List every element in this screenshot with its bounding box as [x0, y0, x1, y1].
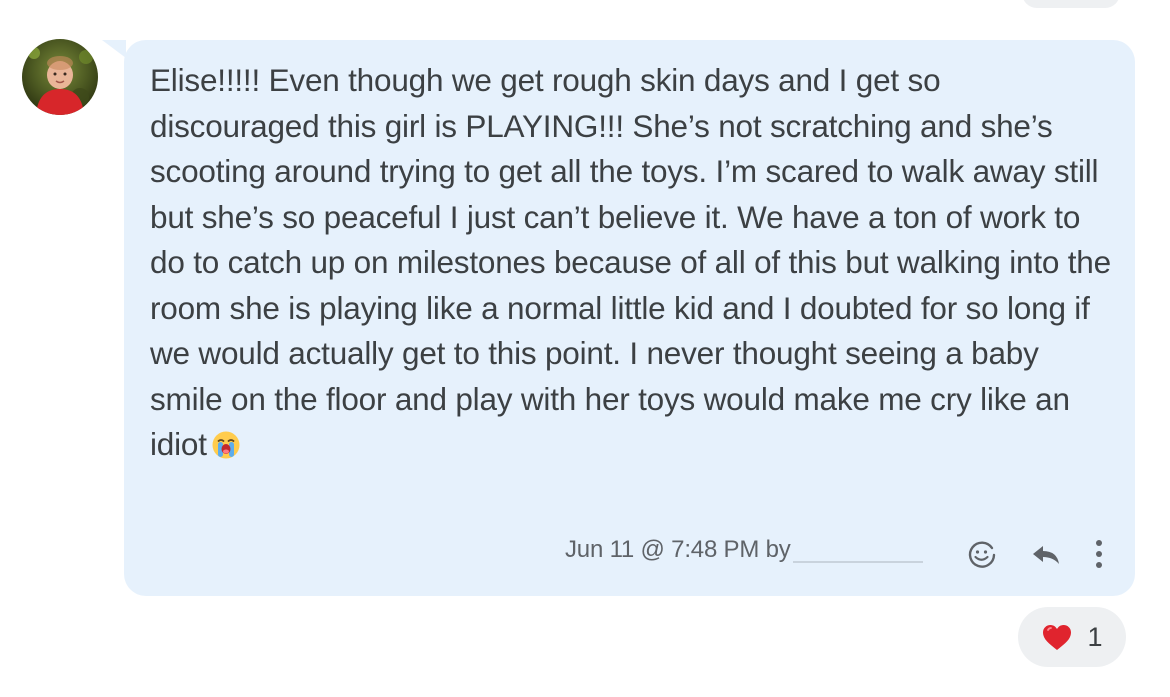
avatar-photo	[22, 39, 98, 115]
reply-button[interactable]	[1026, 536, 1066, 572]
message-text: Elise!!!!! Even though we get rough skin…	[150, 62, 1111, 462]
add-reaction-button[interactable]	[962, 536, 1002, 572]
loudly-crying-face-icon	[211, 427, 241, 459]
bubble-tail	[102, 40, 126, 58]
message-body: Elise!!!!! Even though we get rough skin…	[150, 58, 1115, 468]
message-timestamp: Jun 11 @ 7:48 PM by	[565, 536, 791, 563]
message-meta: Jun 11 @ 7:48 PM by	[565, 536, 923, 564]
avatar[interactable]	[22, 39, 98, 115]
more-vertical-icon	[1096, 540, 1102, 568]
redacted-author	[792, 537, 923, 563]
more-options-button[interactable]	[1084, 536, 1114, 572]
heart-reaction-pill[interactable]: 1	[1018, 607, 1126, 667]
heart-icon	[1043, 625, 1072, 650]
previous-reaction-pill[interactable]	[1022, 0, 1120, 8]
reaction-count: 1	[1087, 621, 1103, 652]
reply-icon	[1033, 546, 1059, 564]
add-reaction-icon	[968, 541, 996, 568]
